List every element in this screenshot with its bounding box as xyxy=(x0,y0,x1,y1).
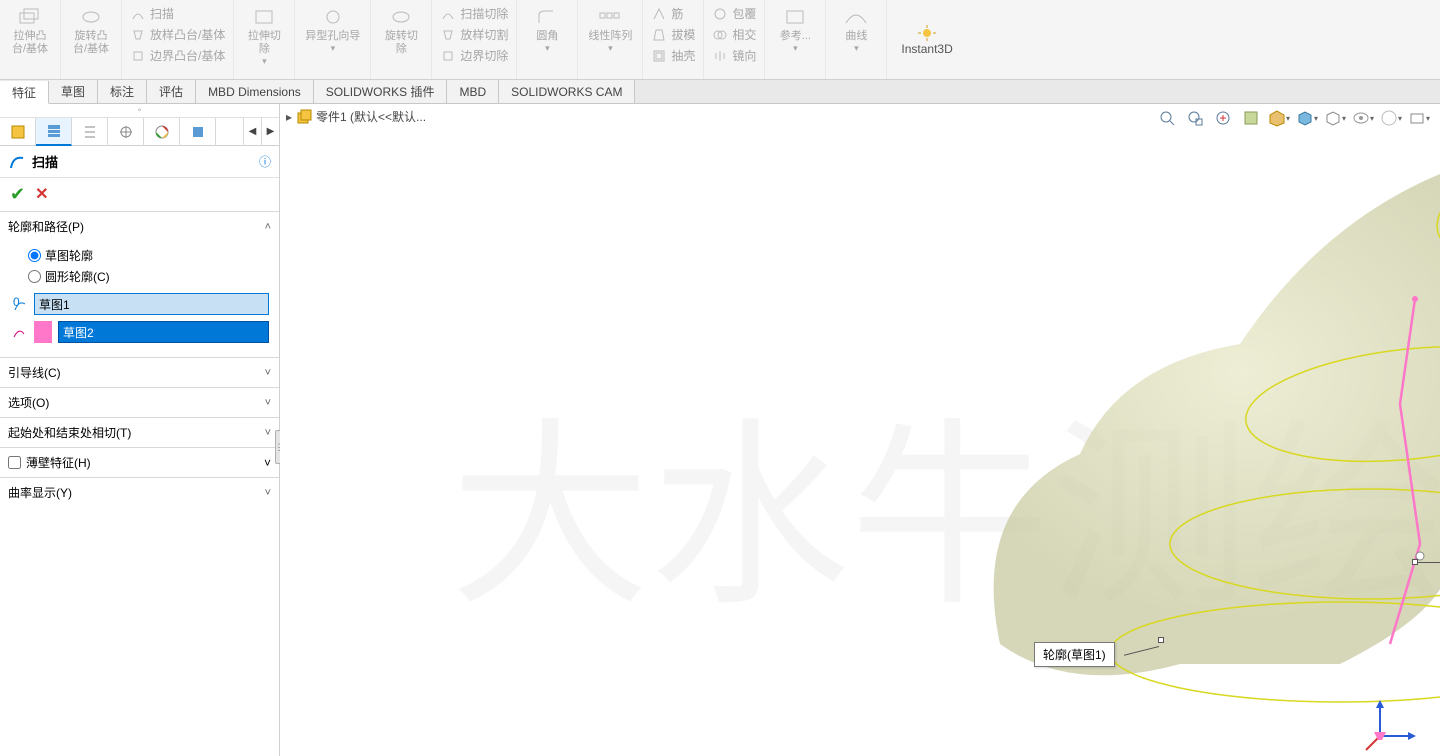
loft-cut-button[interactable]: 放样切割 xyxy=(438,25,510,44)
chevron-down-icon: ˅ xyxy=(265,367,271,379)
breadcrumb[interactable]: ▸ 零件1 (默认<<默认... xyxy=(286,108,426,125)
section-curvature-header[interactable]: 曲率显示(Y) ˅ xyxy=(0,478,279,507)
path-field[interactable] xyxy=(58,321,269,343)
view-triad[interactable] xyxy=(1360,696,1420,756)
chevron-down-icon: ˅ xyxy=(264,456,271,470)
pm-title: 扫描 xyxy=(32,152,259,171)
section-tangent-header[interactable]: 起始处和结束处相切(T) ˅ xyxy=(0,418,279,447)
instant3d-label: Instant3D xyxy=(901,42,952,56)
revolve-boss-button[interactable]: 旋转凸 台/基体 xyxy=(67,4,115,58)
loft-button[interactable]: 放样凸台/基体 xyxy=(128,25,227,44)
wrap-button[interactable]: 包覆 xyxy=(710,4,758,23)
chevron-down-icon: ˅ xyxy=(265,397,271,409)
revolve-cut-button[interactable]: 旋转切 除 xyxy=(377,4,425,58)
thin-feature-row[interactable]: 薄壁特征(H) ˅ xyxy=(0,447,279,477)
boundary-cut-button[interactable]: 边界切除 xyxy=(438,46,510,65)
tab-特征[interactable]: 特征 xyxy=(0,81,49,104)
lp-tab-property-manager[interactable] xyxy=(36,118,72,146)
ok-button[interactable]: ✔ xyxy=(10,184,25,205)
lp-nav-left[interactable]: ◀ xyxy=(243,118,261,146)
graphics-viewport[interactable]: 大水牛测绘 ▸ 零件1 (默认<<默认... ▾ ▾ ▾ ▾ ▾ ▾ xyxy=(280,104,1440,756)
curves-button[interactable]: 曲线▾ xyxy=(832,4,880,56)
breadcrumb-text: 零件1 (默认<<默认... xyxy=(316,108,426,125)
boundary-button[interactable]: 边界凸台/基体 xyxy=(128,46,227,65)
sweep-button[interactable]: 扫描 xyxy=(128,4,227,23)
thin-label: 薄壁特征(H) xyxy=(26,454,91,471)
hole-wizard-button[interactable]: 异型孔向导▾ xyxy=(301,4,364,56)
property-manager-panel: ◦ ◀ ▶ 扫描 ⓘ ✔ ✕ 轮廓和路径(P) ˄ xyxy=(0,104,280,756)
sweep-preview-graphic xyxy=(620,104,1440,744)
extrude-boss-button[interactable]: 拉伸凸 台/基体 xyxy=(6,4,54,58)
shell-button[interactable]: 抽壳 xyxy=(649,46,697,65)
lp-tab-other[interactable] xyxy=(180,118,216,146)
intersect-button[interactable]: 相交 xyxy=(710,25,758,44)
reference-geom-button[interactable]: 参考...▾ xyxy=(771,4,819,56)
callout-dot xyxy=(1158,637,1164,643)
extrude-cut-button[interactable]: 拉伸切 除▾ xyxy=(240,4,288,69)
thin-checkbox[interactable] xyxy=(8,456,21,469)
lp-tab-feature-tree[interactable] xyxy=(0,118,36,146)
section-profile-path-header[interactable]: 轮廓和路径(P) ˄ xyxy=(0,212,279,241)
command-tab-strip: 特征草图标注评估MBD DimensionsSOLIDWORKS 插件MBDSO… xyxy=(0,80,1440,104)
section-profile-path-label: 轮廓和路径(P) xyxy=(8,218,84,235)
cancel-button[interactable]: ✕ xyxy=(35,184,48,205)
tab-SOLIDWORKS 插件[interactable]: SOLIDWORKS 插件 xyxy=(314,80,448,103)
callout-leader xyxy=(1418,562,1440,563)
help-icon[interactable]: ⓘ xyxy=(259,153,271,170)
radio-sketch-profile[interactable]: 草图轮廓 xyxy=(28,245,269,266)
lp-tab-dimxpert[interactable] xyxy=(108,118,144,146)
draft-button[interactable]: 拔模 xyxy=(649,25,697,44)
tab-草图[interactable]: 草图 xyxy=(49,80,98,103)
tab-SOLIDWORKS CAM[interactable]: SOLIDWORKS CAM xyxy=(499,80,635,103)
lp-nav-right[interactable]: ▶ xyxy=(261,118,279,146)
profile-field[interactable] xyxy=(34,293,269,315)
instant3d-button[interactable]: Instant3D xyxy=(887,0,966,79)
left-panel-tabs: ◀ ▶ xyxy=(0,118,279,146)
section-tangent-label: 起始处和结束处相切(T) xyxy=(8,424,131,441)
tab-MBD Dimensions[interactable]: MBD Dimensions xyxy=(196,80,314,103)
lp-tab-appearance[interactable] xyxy=(144,118,180,146)
tab-标注[interactable]: 标注 xyxy=(98,80,147,103)
breadcrumb-expand-icon[interactable]: ▸ xyxy=(286,110,292,124)
fillet-button[interactable]: 圆角▾ xyxy=(523,4,571,56)
sweep-icon xyxy=(8,153,26,171)
section-guide-label: 引导线(C) xyxy=(8,364,61,381)
profile-field-icon: 0 xyxy=(10,295,28,313)
tab-MBD[interactable]: MBD xyxy=(447,80,499,103)
rib-button[interactable]: 筋 xyxy=(649,4,697,23)
part-icon xyxy=(296,109,312,125)
sweep-cut-button[interactable]: 扫描切除 xyxy=(438,4,510,23)
lp-tab-config[interactable] xyxy=(72,118,108,146)
radio-circle-profile[interactable]: 圆形轮廓(C) xyxy=(28,266,269,287)
section-options-header[interactable]: 选项(O) ˅ xyxy=(0,388,279,417)
lp-collapse-arrow[interactable]: ◦ xyxy=(0,104,279,118)
chevron-up-icon: ˄ xyxy=(265,221,271,233)
section-curvature-label: 曲率显示(Y) xyxy=(8,484,72,501)
tab-评估[interactable]: 评估 xyxy=(147,80,196,103)
mirror-button[interactable]: 镜向 xyxy=(710,46,758,65)
ribbon-toolbar: 拉伸凸 台/基体 旋转凸 台/基体 扫描 放样凸台/基体 边界凸台/基体 拉伸切… xyxy=(0,0,1440,80)
section-options-label: 选项(O) xyxy=(8,394,49,411)
chevron-down-icon: ˅ xyxy=(265,487,271,499)
linear-pattern-button[interactable]: 线性阵列▾ xyxy=(584,4,636,56)
chevron-down-icon: ˅ xyxy=(265,427,271,439)
path-field-icon xyxy=(10,323,28,341)
path-color-swatch xyxy=(34,321,52,343)
section-guide-header[interactable]: 引导线(C) ˅ xyxy=(0,358,279,387)
